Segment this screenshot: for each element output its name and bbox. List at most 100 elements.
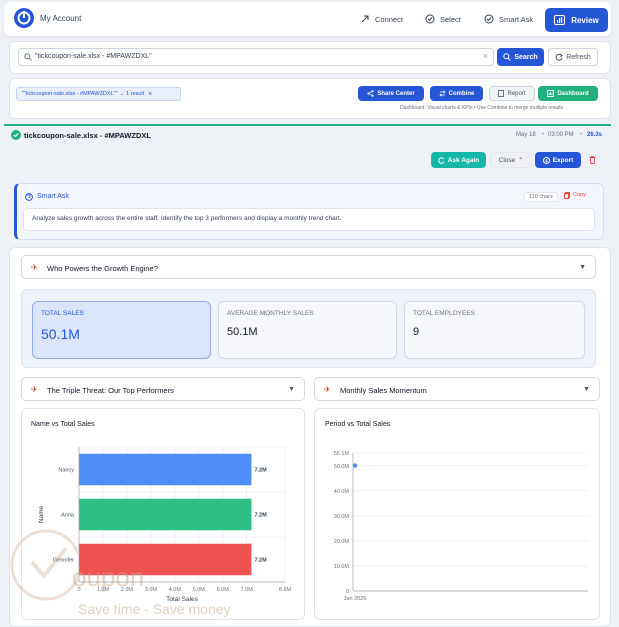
close-label: Close — [498, 156, 516, 164]
x-tick-label: 6.0M — [217, 587, 230, 593]
search-button[interactable]: Search — [497, 48, 544, 66]
kpi-value: 9 — [413, 326, 420, 338]
copy-icon — [564, 192, 570, 199]
smart-ask-question: Analyze sales growth across the entire s… — [23, 208, 595, 231]
copy-label: Copy — [573, 192, 586, 198]
x-tick-label: 5.0M — [193, 587, 206, 593]
growth-section-title: Who Powers the Growth Engine? — [47, 264, 158, 273]
check-circle-icon — [425, 14, 435, 24]
report-button[interactable]: Report — [489, 86, 535, 101]
ask-again-label: Ask Again — [447, 156, 480, 164]
filter-chip[interactable]: ""tickcoupon-sale.xlsx - #MPAWZDXL"" → 1… — [16, 87, 181, 101]
kpi-total-sales[interactable]: TOTAL SALES 50.1M — [32, 301, 211, 359]
copy-button[interactable]: Copy — [564, 192, 586, 199]
combine-button[interactable]: Combine — [430, 86, 483, 101]
close-button[interactable]: Close ⌃ — [490, 152, 532, 168]
share-center-button[interactable]: Share Center — [358, 86, 424, 101]
combine-label: Combine — [448, 90, 475, 97]
refresh-icon — [437, 156, 445, 164]
line-chart-card: Period vs Total Sales 0 10.0M 20.0M 30.0M 40… — [314, 408, 600, 620]
bar — [79, 498, 252, 531]
bar-chart-title: Name vs Total Sales — [31, 421, 95, 428]
momentum-section-header[interactable]: ✈ Monthly Sales Momentum ▼ — [314, 377, 600, 401]
x-tick-label: 4.0M — [169, 587, 182, 593]
y-tick-label: Nancy — [58, 468, 74, 474]
export-label: Export — [552, 156, 574, 164]
connect-button[interactable]: Connect — [360, 12, 403, 26]
bar — [79, 453, 252, 486]
dashboard-label: Dashboard — [557, 90, 589, 97]
top-performers-section-header[interactable]: ✈ The Triple Threat: Our Top Performers … — [21, 377, 305, 401]
search-input[interactable]: "tickcoupon-sale.xlsx - #MPAWZDXL" × — [18, 48, 494, 66]
x-tick-label: Jan 2026 — [344, 596, 367, 602]
line-chart-title: Period vs Total Sales — [325, 421, 391, 428]
dashboard-icon — [547, 90, 555, 97]
y-tick-label: 55.1M — [334, 451, 350, 457]
search-icon — [24, 53, 32, 61]
kpi-total-employees[interactable]: TOTAL EMPLOYEES 9 — [404, 301, 585, 359]
kpi-value: 50.1M — [227, 326, 258, 338]
chevron-down-icon: ▼ — [583, 386, 590, 393]
select-label: Select — [440, 14, 461, 24]
remove-filter-icon[interactable]: × — [148, 91, 152, 98]
success-check-icon — [11, 130, 21, 140]
x-tick-label: 3.0M — [145, 587, 158, 593]
y-axis-title: Name — [38, 505, 45, 523]
search-button-label: Search — [514, 53, 538, 61]
top-performers-title: The Triple Threat: Our Top Performers — [47, 386, 174, 395]
account-label[interactable]: My Account — [40, 14, 81, 23]
ask-again-button[interactable]: Ask Again — [431, 152, 486, 168]
smart-ask-nav-button[interactable]: Smart Ask — [484, 12, 533, 26]
kpi-label: TOTAL SALES — [41, 310, 84, 317]
result-divider — [4, 124, 611, 126]
y-tick-label: Gennifer — [53, 558, 74, 564]
bar-chart-card: Name vs Total Sales 0 1.0M 2.0M 3.0M 4.0M 5.0… — [21, 408, 305, 620]
rocket-icon: ✈ — [324, 385, 331, 394]
review-button[interactable]: Review — [545, 8, 608, 32]
result-title: tickcoupon-sale.xlsx - #MPAWZDXL — [24, 131, 151, 140]
rocket-icon: ✈ — [31, 263, 38, 272]
share-icon — [367, 90, 374, 97]
data-point — [352, 463, 358, 468]
dashboard-hint: Dashboard: Visual charts & KPIs • Use Co… — [400, 105, 564, 111]
app-logo[interactable] — [14, 8, 34, 28]
bar-chart-icon — [554, 15, 566, 25]
x-tick-label: 7.0M — [241, 587, 254, 593]
y-tick-label: 20.0M — [334, 539, 350, 545]
search-query: "tickcoupon-sale.xlsx - #MPAWZDXL" — [35, 53, 152, 60]
link-icon — [361, 15, 369, 23]
smart-ask-title: Smart Ask — [37, 193, 69, 200]
result-time: 03:00 PM — [548, 132, 574, 138]
x-tick-label: 1.0M — [97, 587, 110, 593]
bar-value-label: 7.2M — [254, 513, 267, 519]
filter-chip-label: ""tickcoupon-sale.xlsx - #MPAWZDXL"" → 1… — [22, 91, 145, 97]
meta-separator: • — [542, 132, 545, 138]
review-label: Review — [571, 15, 599, 25]
select-button[interactable]: Select — [425, 12, 461, 26]
refresh-button[interactable]: Refresh — [548, 48, 598, 66]
kpi-label: TOTAL EMPLOYEES — [413, 310, 476, 317]
kpi-average-monthly-sales[interactable]: AVERAGE MONTHLY SALES 50.1M — [218, 301, 397, 359]
report-label: Report — [507, 90, 526, 97]
y-tick-label: 0 — [346, 589, 349, 595]
x-tick-label: 2.0M — [121, 587, 134, 593]
x-tick-label: 8.6M — [279, 587, 292, 593]
result-duration: 26.3s — [587, 132, 603, 138]
y-tick-label: 10.0M — [334, 564, 350, 570]
connect-label: Connect — [375, 14, 403, 24]
combine-icon — [439, 90, 446, 97]
meta-separator: • — [580, 132, 583, 138]
chevron-up-icon: ⌃ — [518, 157, 524, 164]
momentum-section-title: Monthly Sales Momentum — [340, 386, 427, 395]
y-tick-label: Anna — [61, 513, 75, 519]
chevron-down-icon: ▼ — [579, 264, 586, 271]
kpi-label: AVERAGE MONTHLY SALES — [227, 310, 314, 317]
export-button[interactable]: Export — [535, 152, 581, 168]
smart-ask-nav-label: Smart Ask — [499, 14, 534, 24]
growth-section-header[interactable]: ✈ Who Powers the Growth Engine? ▼ — [21, 255, 596, 279]
trash-icon[interactable] — [589, 156, 596, 164]
download-icon — [542, 156, 550, 164]
share-center-label: Share Center — [377, 90, 415, 97]
clear-search-icon[interactable]: × — [483, 51, 488, 61]
dashboard-button[interactable]: Dashboard — [538, 86, 598, 101]
